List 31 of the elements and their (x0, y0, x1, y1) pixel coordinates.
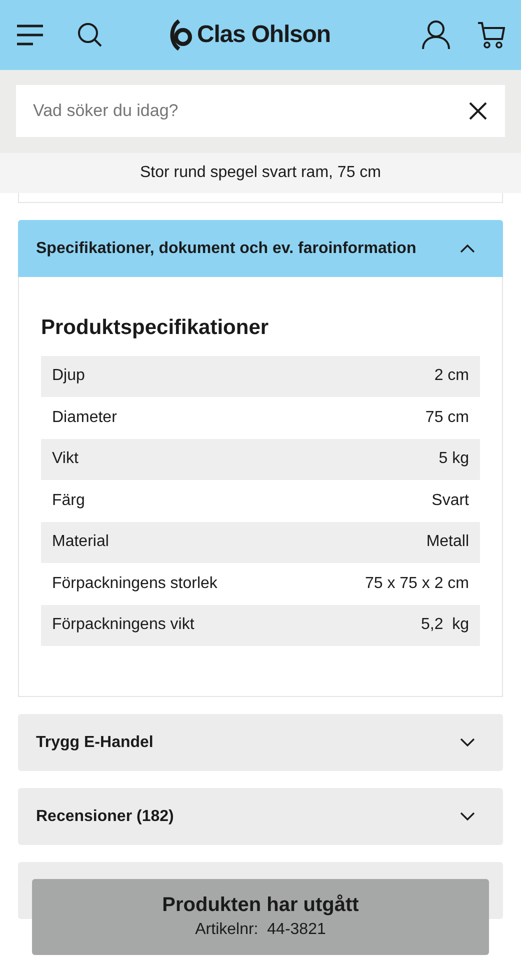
user-icon[interactable] (422, 20, 450, 50)
spec-label: Material (52, 532, 109, 552)
spec-label: Djup (52, 366, 85, 386)
spec-value: 2 cm (434, 366, 469, 386)
notice-title: Produkten har utgått (162, 892, 359, 918)
spec-value: 75 x 75 x 2 cm (364, 574, 469, 594)
search-field[interactable]: Vad söker du idag? (16, 85, 505, 137)
spec-label: Diameter (52, 408, 117, 428)
accordion-header[interactable]: Recensioner (182) (18, 788, 503, 845)
section-heading: Produktspecifikationer (41, 315, 270, 341)
accordion-header[interactable]: Trygg E-Handel (18, 714, 503, 771)
spec-label: Färg (52, 490, 85, 511)
article-number: Artikelnr: 44-3821 (195, 920, 326, 940)
close-icon[interactable] (469, 102, 487, 120)
spec-value: Metall (426, 532, 469, 552)
menu-icon[interactable] (16, 24, 44, 46)
cart-icon[interactable] (477, 21, 505, 49)
spec-value: 75 cm (425, 408, 469, 428)
search-icon[interactable] (77, 22, 103, 48)
spec-label: Förpackningens vikt (52, 615, 194, 636)
product-title: Stor rund spegel svart ram, 75 cm (140, 163, 381, 183)
chevron-down-icon (460, 738, 475, 747)
chevron-down-icon (460, 812, 475, 821)
spec-label: Vikt (52, 449, 78, 470)
accordion-header[interactable]: Specifikationer, dokument och ev. faroinformation (18, 220, 503, 277)
spec-label: Förpackningens storlek (52, 574, 218, 594)
logo[interactable]: Clas Ohlson (197, 17, 330, 53)
spec-value: 5,2 kg (420, 615, 469, 636)
spec-value: Svart (432, 490, 469, 511)
spec-value: 5 kg (438, 449, 469, 470)
chevron-up-icon (460, 244, 475, 253)
